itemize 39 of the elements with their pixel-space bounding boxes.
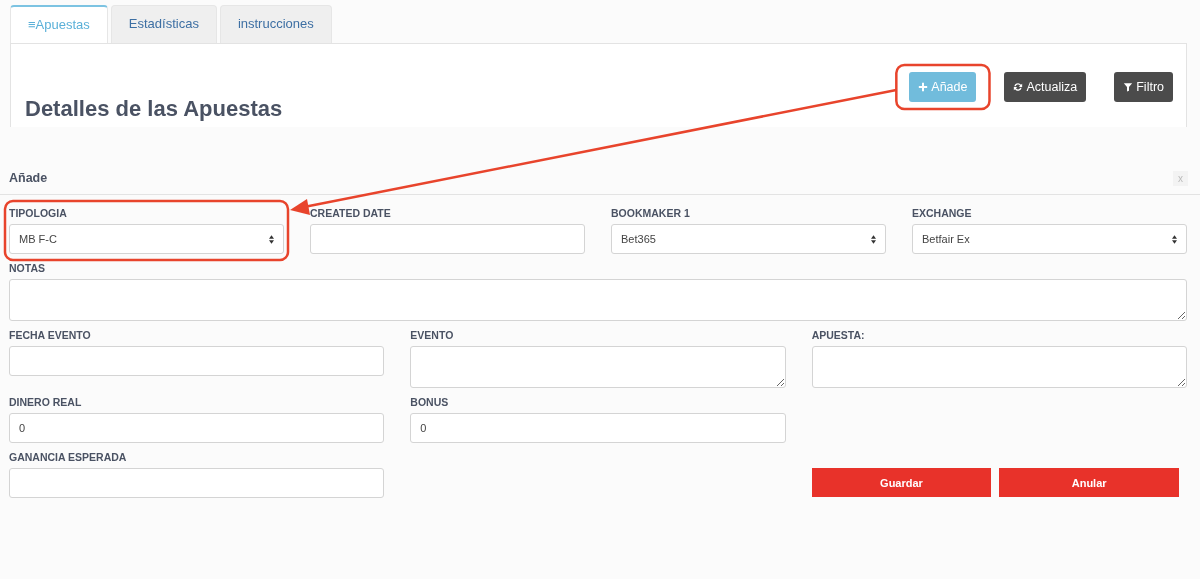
selected-value: MB F-C	[19, 233, 57, 245]
selected-value: Betfair Ex	[922, 233, 970, 245]
select-field[interactable]: MB F-C	[9, 224, 284, 254]
field-label: EVENTO	[410, 329, 455, 343]
text-area[interactable]	[811, 346, 1187, 388]
input-field[interactable]: 0	[9, 413, 385, 443]
dropdown-arrows-icon	[1172, 234, 1177, 244]
form-button[interactable]: Guardar	[811, 468, 992, 497]
field-label: APUESTA:	[811, 329, 866, 343]
plus-icon	[918, 82, 929, 92]
tab[interactable]: Estadísticas	[110, 5, 217, 43]
input-field[interactable]	[310, 224, 585, 254]
field-label: BONUS	[410, 396, 450, 410]
field-label: FECHA EVENTO	[9, 329, 92, 343]
text-area[interactable]	[9, 279, 1187, 321]
page-title: Detalles de las Apuestas	[25, 96, 283, 122]
toolbar-button[interactable]: Actualiza	[1004, 72, 1087, 102]
text-area[interactable]	[410, 346, 786, 388]
toolbar-button[interactable]: Filtro	[1114, 72, 1173, 102]
field-label: DINERO REAL	[9, 396, 83, 410]
selected-value: Bet365	[621, 233, 656, 245]
refresh-icon	[1013, 82, 1024, 92]
field-label: EXCHANGE	[912, 207, 973, 221]
form-button[interactable]: Anular	[999, 468, 1179, 497]
filter-icon	[1123, 82, 1134, 92]
input-field[interactable]	[9, 346, 385, 376]
input-field[interactable]: 0	[410, 413, 786, 443]
modal-title: Añade	[9, 171, 48, 185]
select-field[interactable]: Betfair Ex	[912, 224, 1187, 254]
field-label: NOTAS	[9, 262, 46, 276]
select-field[interactable]: Bet365	[611, 224, 886, 254]
field-label: GANANCIA ESPERADA	[9, 451, 128, 465]
field-label: CREATED DATE	[310, 207, 392, 221]
dropdown-arrows-icon	[871, 234, 876, 244]
tab[interactable]: instrucciones	[219, 5, 332, 43]
input-field[interactable]	[9, 468, 385, 498]
field-label: TIPOLOGIA	[9, 207, 68, 221]
dropdown-arrows-icon	[269, 234, 274, 244]
field-label: BOOKMAKER 1	[611, 207, 691, 221]
